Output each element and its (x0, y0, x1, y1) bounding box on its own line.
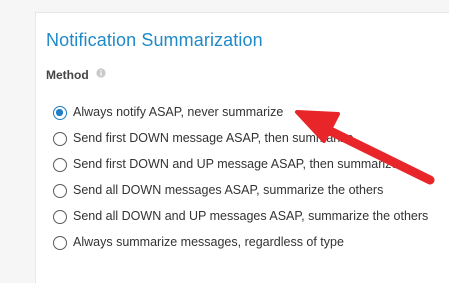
radio-unselected[interactable] (53, 132, 67, 146)
option-label: Send all DOWN and UP messages ASAP, summ… (73, 209, 429, 223)
method-option-always-summarize[interactable]: Always summarize messages, regardless of… (53, 234, 449, 254)
option-label: Send first DOWN message ASAP, then summa… (73, 131, 354, 145)
method-option-all-down-up[interactable]: Send all DOWN and UP messages ASAP, summ… (53, 208, 449, 228)
info-icon[interactable] (96, 68, 106, 78)
section-title: Notification Summarization (46, 30, 263, 50)
method-option-all-down[interactable]: Send all DOWN messages ASAP, summarize t… (53, 182, 449, 202)
radio-unselected[interactable] (53, 158, 67, 172)
radio-unselected[interactable] (53, 210, 67, 224)
method-label: Method (46, 68, 89, 82)
radio-selected[interactable] (53, 106, 67, 120)
radio-unselected[interactable] (53, 184, 67, 198)
method-option-first-down-up[interactable]: Send first DOWN and UP message ASAP, the… (53, 156, 449, 176)
option-label: Always summarize messages, regardless of… (73, 235, 344, 249)
radio-unselected[interactable] (53, 236, 67, 250)
option-label: Always notify ASAP, never summarize (73, 105, 284, 119)
method-option-always-notify[interactable]: Always notify ASAP, never summarize (53, 104, 449, 124)
method-option-first-down[interactable]: Send first DOWN message ASAP, then summa… (53, 130, 449, 150)
option-label: Send first DOWN and UP message ASAP, the… (73, 157, 399, 171)
option-label: Send all DOWN messages ASAP, summarize t… (73, 183, 384, 197)
